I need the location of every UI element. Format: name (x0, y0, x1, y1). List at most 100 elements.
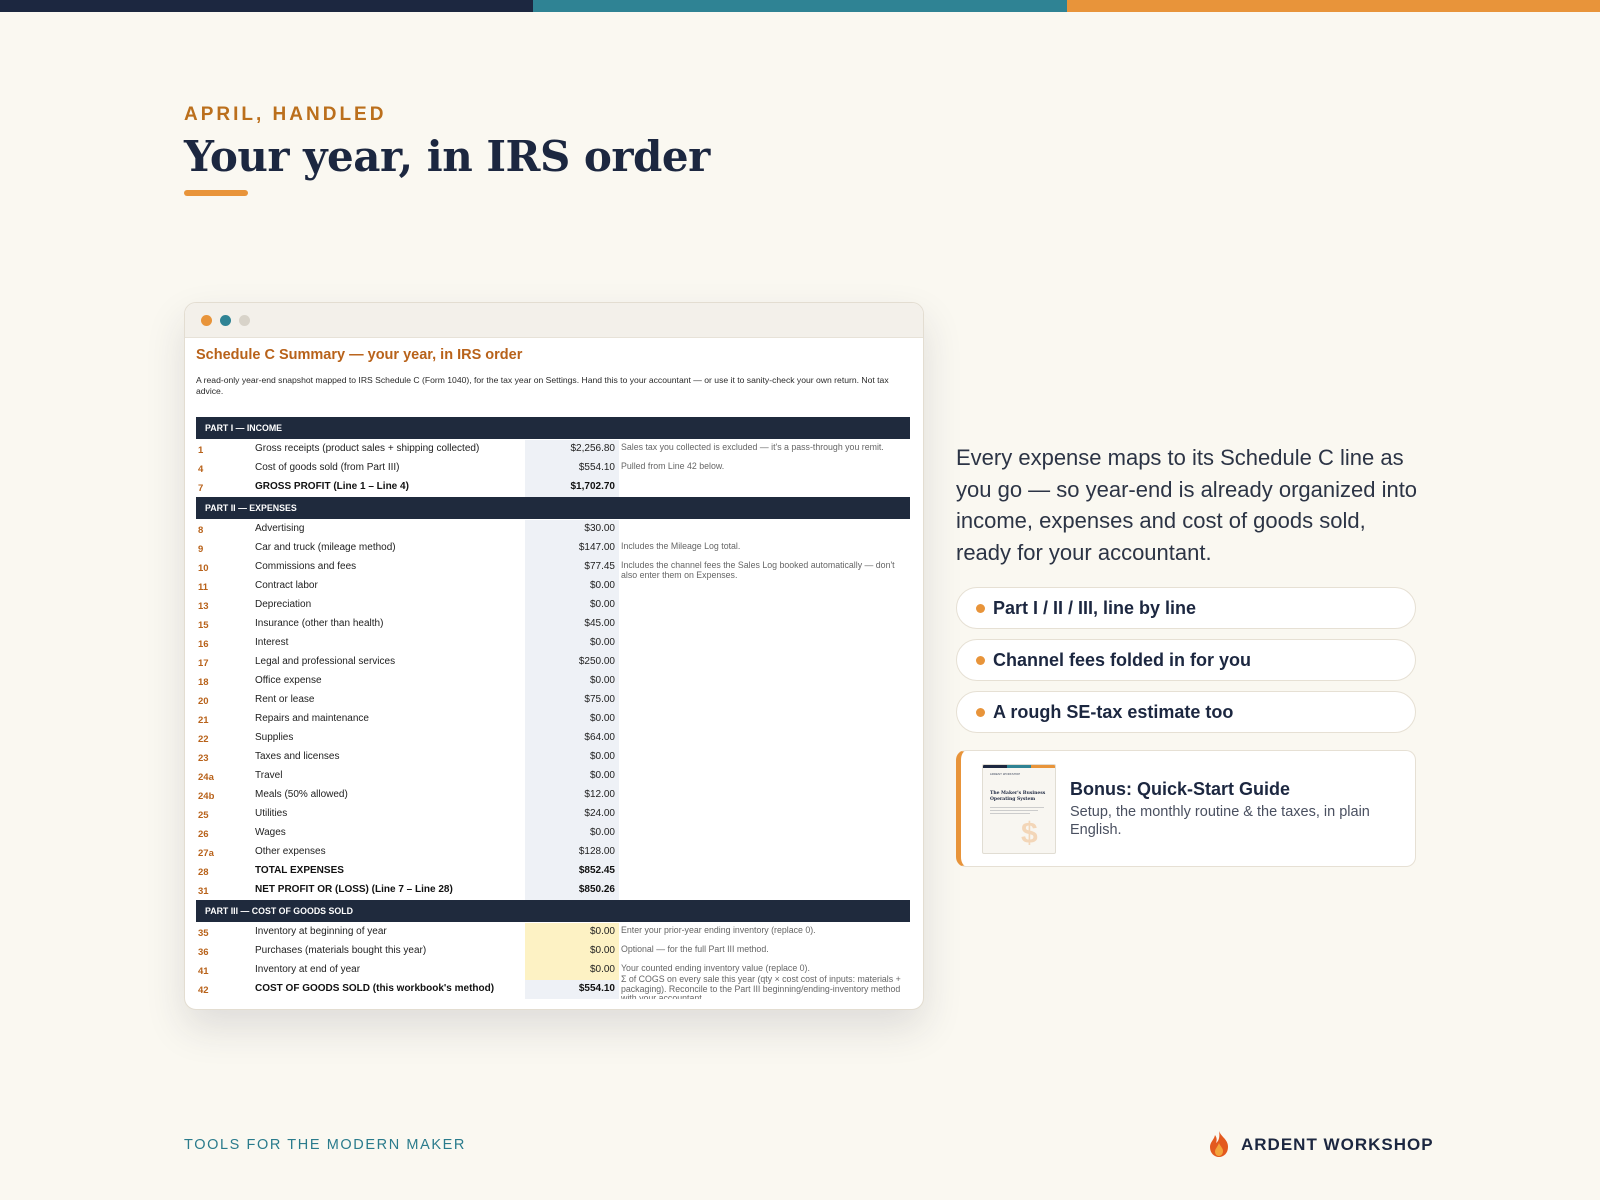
line-label: Inventory at end of year (255, 964, 361, 975)
line-note: Your counted ending inventory value (rep… (621, 963, 810, 973)
line-number: 26 (198, 829, 209, 840)
line-number: 24b (198, 791, 215, 802)
line-number: 11 (198, 582, 209, 593)
line-amount: $0.00 (589, 637, 615, 648)
line-amount: $0.00 (589, 675, 615, 686)
line-label: Travel (255, 770, 283, 781)
table-row: 36 Purchases (materials bought this year)… (196, 942, 910, 961)
flame-icon (1210, 1131, 1228, 1157)
line-amount: $0.00 (589, 713, 615, 724)
line-number: 35 (198, 928, 209, 939)
table-row: 10 Commissions and fees $77.45 Includes the… (196, 558, 910, 579)
line-amount: $852.45 (578, 865, 615, 876)
line-amount: $147.00 (578, 542, 615, 553)
line-amount: $0.00 (589, 751, 615, 762)
line-number: 24a (198, 772, 214, 783)
feature-pill: A rough SE-tax estimate too (956, 691, 1416, 733)
table-row: 17 Legal and professional services $250.00 (196, 653, 910, 672)
guide-thumbnail: ARDENT WORKSHOP The Maker's Business Ope… (982, 764, 1056, 854)
sheet-description: A read-only year-end snapshot mapped to … (196, 375, 889, 396)
table-row: 23 Taxes and licenses $0.00 (196, 748, 910, 767)
line-amount: $0.00 (589, 964, 615, 975)
window-zoom-dot[interactable] (239, 315, 250, 326)
line-number: 8 (198, 525, 204, 536)
line-amount: $2,256.80 (570, 443, 616, 454)
table-row: 24b Meals (50% allowed) $12.00 (196, 786, 910, 805)
bullet-dot-icon (976, 656, 985, 665)
line-label: GROSS PROFIT (Line 1 – Line 4) (255, 481, 409, 492)
line-label: Depreciation (255, 599, 312, 610)
bonus-title: Bonus: Quick-Start Guide (1070, 779, 1291, 799)
line-number: 4 (198, 464, 204, 475)
line-number: 41 (198, 966, 209, 977)
line-label: Car and truck (mileage method) (255, 542, 396, 553)
line-label: Wages (255, 827, 286, 838)
line-number: 17 (198, 658, 209, 669)
table-row: 18 Office expense $0.00 (196, 672, 910, 691)
thumbnail-brand: ARDENT WORKSHOP (990, 773, 1021, 776)
window-close-dot[interactable] (201, 315, 212, 326)
line-number: 1 (198, 445, 204, 456)
bonus-description: Setup, the monthly routine & the taxes, … (1070, 804, 1370, 838)
line-number: 23 (198, 753, 209, 764)
line-number: 27a (198, 848, 214, 859)
bullet-dot-icon (976, 708, 985, 717)
line-amount: $0.00 (589, 926, 615, 937)
line-amount: $1,702.70 (570, 481, 616, 492)
table-row: 16 Interest $0.00 (196, 634, 910, 653)
line-label: Office expense (255, 675, 322, 686)
line-amount: $250.00 (578, 656, 615, 667)
top-color-bar (0, 0, 1600, 12)
line-number: 10 (198, 563, 209, 574)
line-number: 13 (198, 601, 209, 612)
sheet-title: Schedule C Summary — your year, in IRS o… (196, 347, 523, 363)
section-header: PART II — EXPENSES (196, 497, 910, 519)
line-label: Interest (255, 637, 289, 648)
line-note: Optional — for the full Part III method. (621, 944, 769, 954)
table-row: 22 Supplies $64.00 (196, 729, 910, 748)
table-row: 21 Repairs and maintenance $0.00 (196, 710, 910, 729)
line-label: Advertising (255, 523, 305, 534)
footer-tagline: TOOLS FOR THE MODERN MAKER (184, 1137, 466, 1153)
line-amount: $12.00 (584, 789, 615, 800)
line-number: 28 (198, 867, 209, 878)
table-row: 35 Inventory at beginning of year $0.00 Ent… (196, 923, 910, 942)
line-amount: $0.00 (589, 580, 615, 591)
table-row: 4 Cost of goods sold (from Part III) $554.… (196, 459, 910, 478)
line-label: TOTAL EXPENSES (255, 865, 344, 876)
table-row: 8 Advertising $30.00 (196, 520, 910, 539)
body-text: Every expense maps to its Schedule C lin… (956, 445, 1418, 565)
bullet-dot-icon (976, 604, 985, 613)
schedule-table: PART I — INCOME 1 Gross receipts (product … (196, 417, 910, 999)
line-amount: $75.00 (584, 694, 615, 705)
line-label: Contract labor (255, 580, 318, 591)
line-note: Enter your prior-year ending inventory (… (621, 925, 816, 935)
table-row: 26 Wages $0.00 (196, 824, 910, 843)
thumbnail-title: The Maker's Business Operating System (990, 791, 1046, 802)
line-number: 18 (198, 677, 209, 688)
window-minimize-dot[interactable] (220, 315, 231, 326)
line-label: Supplies (255, 732, 294, 743)
line-amount: $128.00 (578, 846, 615, 857)
line-label: Repairs and maintenance (255, 713, 369, 724)
line-note: Σ of COGS on every sale this year (qty ×… (621, 975, 901, 999)
table-row: 27a Other expenses $128.00 (196, 843, 910, 862)
table-row: 7 GROSS PROFIT (Line 1 – Line 4) $1,702.70 (196, 478, 910, 497)
line-number: 36 (198, 947, 209, 958)
line-label: COST OF GOODS SOLD (this workbook's meth… (255, 983, 495, 994)
line-number: 25 (198, 810, 209, 821)
table-row: 20 Rent or lease $75.00 (196, 691, 910, 710)
line-amount: $850.26 (578, 884, 615, 895)
line-amount: $554.10 (578, 462, 615, 473)
line-amount: $0.00 (589, 770, 615, 781)
title-underline (184, 190, 248, 196)
table-row: 42 COST OF GOODS SOLD (this workbook's me… (196, 975, 910, 999)
line-label: Gross receipts (product sales + shipping… (255, 443, 480, 454)
line-amount: $554.10 (578, 983, 615, 994)
line-label: Taxes and licenses (255, 751, 340, 762)
line-label: Rent or lease (255, 694, 315, 705)
line-number: 21 (198, 715, 209, 726)
line-amount: $0.00 (589, 945, 615, 956)
bonus-card[interactable]: ARDENT WORKSHOP The Maker's Business Ope… (956, 750, 1416, 867)
dollar-sign-icon: $ (1021, 817, 1038, 850)
